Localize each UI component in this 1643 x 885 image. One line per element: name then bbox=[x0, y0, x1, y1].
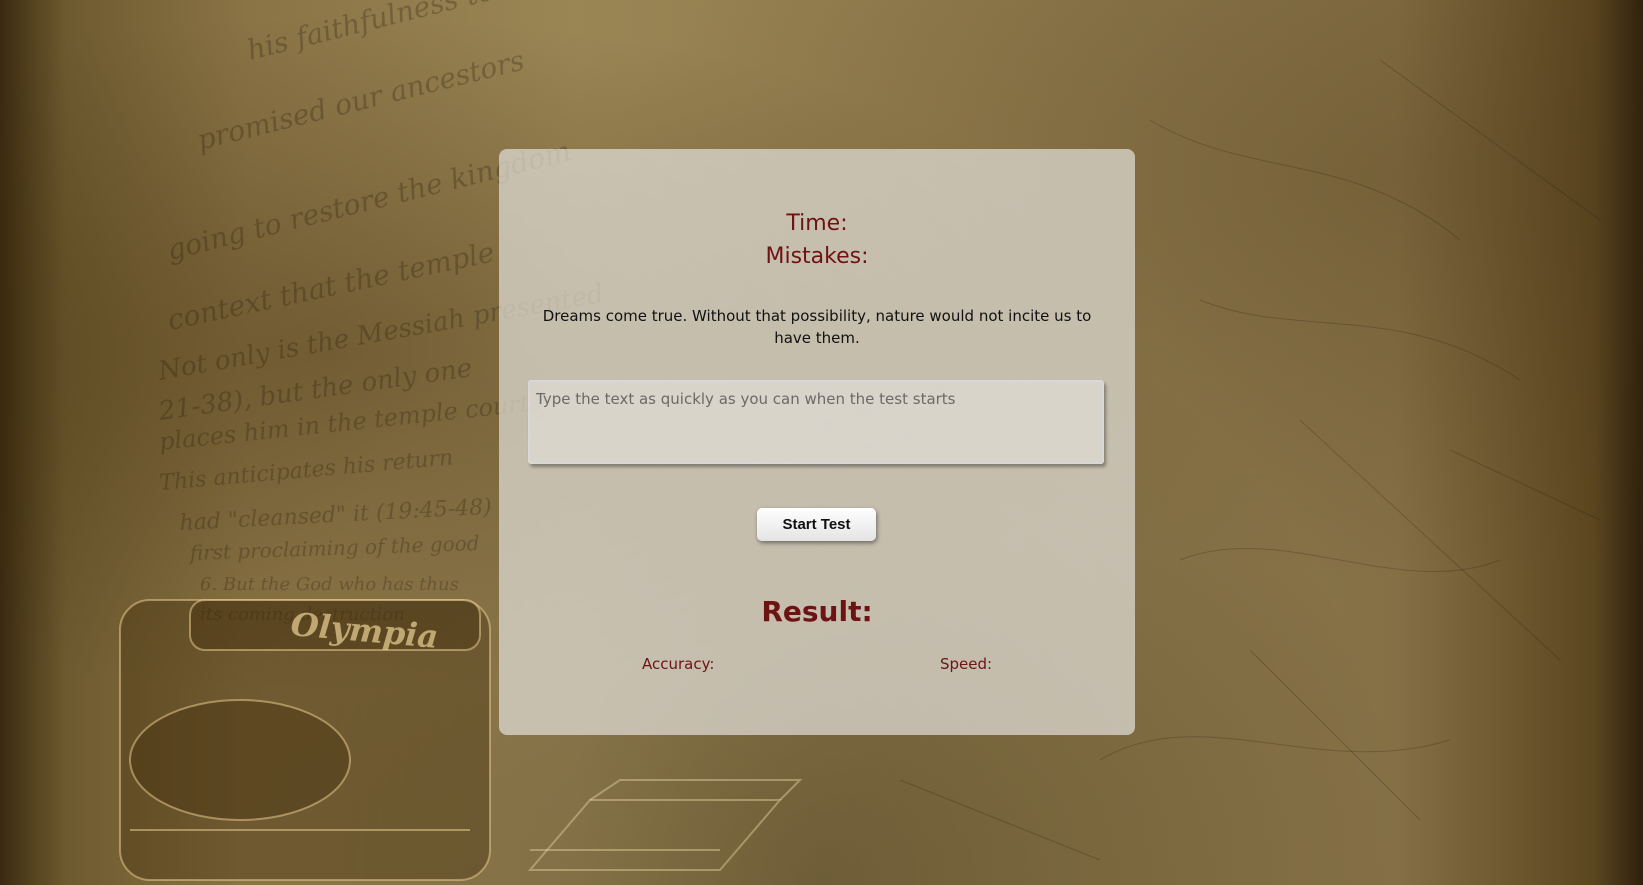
svg-text:first proclaiming of the good: first proclaiming of the good bbox=[187, 531, 480, 565]
result-heading: Result: bbox=[761, 595, 873, 628]
typing-test-panel: Time: Mistakes: Dreams come true. Withou… bbox=[499, 149, 1135, 735]
speed-label: Speed: bbox=[940, 655, 993, 673]
typing-input[interactable] bbox=[528, 380, 1104, 464]
quote-text: Dreams come true. Without that possibili… bbox=[542, 307, 1092, 347]
mistakes-label: Mistakes: bbox=[765, 244, 869, 269]
start-test-button[interactable]: Start Test bbox=[757, 508, 876, 541]
time-label: Time: bbox=[786, 211, 848, 236]
svg-text:had "cleansed" it (19:45-48): had "cleansed" it (19:45-48) bbox=[179, 495, 492, 536]
accuracy-label: Accuracy: bbox=[642, 655, 715, 673]
svg-text:6. But the God who has thus: 6. But the God who has thus bbox=[200, 574, 459, 595]
svg-text:its coming destruction: its coming destruction bbox=[200, 604, 405, 625]
svg-text:context that the temple: context that the temple bbox=[165, 235, 498, 337]
svg-text:Olympia: Olympia bbox=[289, 605, 439, 656]
svg-text:21-38), but the only one: 21-38), but the only one bbox=[156, 353, 474, 427]
svg-text:places him in the temple court: places him in the temple courts bbox=[158, 388, 543, 456]
svg-text:his faithfulness to Abraham: his faithfulness to Abraham bbox=[244, 0, 632, 67]
svg-text:This anticipates his return: This anticipates his return bbox=[158, 445, 454, 496]
svg-text:promised our ancestors: promised our ancestors bbox=[194, 44, 528, 157]
